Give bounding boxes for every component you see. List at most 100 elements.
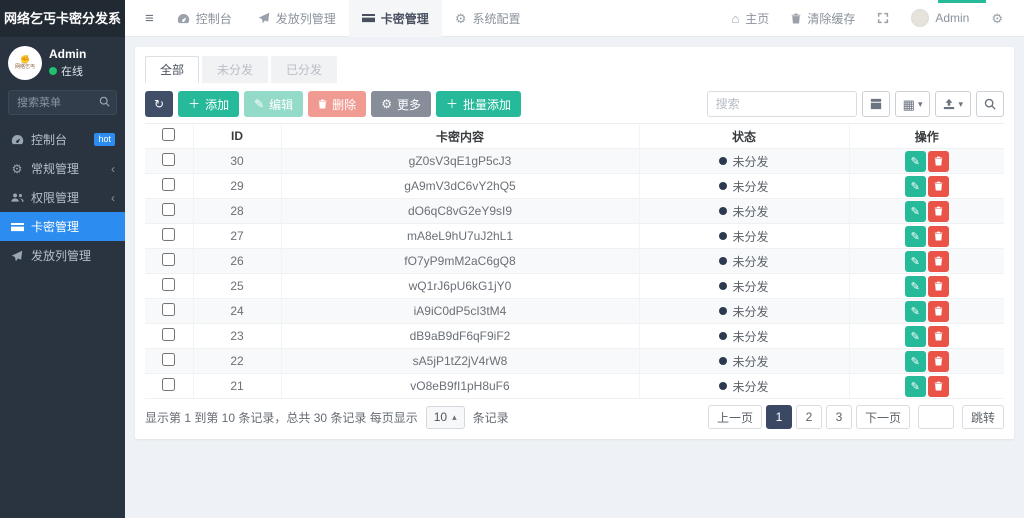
page-size-select[interactable]: 10 ▴ bbox=[426, 406, 465, 429]
status-dot-icon bbox=[719, 207, 727, 215]
fullscreen-button[interactable] bbox=[866, 0, 900, 37]
row-edit-button[interactable]: ✎ bbox=[905, 151, 926, 172]
batch-add-button[interactable]: ＋ 批量添加 bbox=[436, 91, 521, 117]
user-menu[interactable]: Admin bbox=[900, 0, 980, 37]
clear-cache-button[interactable]: 清除缓存 bbox=[780, 0, 866, 37]
tab-all[interactable]: 全部 bbox=[145, 56, 199, 83]
row-checkbox[interactable] bbox=[162, 153, 175, 166]
row-delete-button[interactable] bbox=[928, 351, 949, 372]
search-button[interactable] bbox=[976, 91, 1004, 117]
nav-item-system-config[interactable]: ⚙ 系统配置 bbox=[442, 0, 534, 37]
jump-page-input[interactable] bbox=[918, 405, 954, 429]
toolbar: ↻ ＋ 添加 ✎ 编辑 删除 ⚙ 更多 ＋ 批量添加 bbox=[145, 91, 1004, 117]
header-action: 操作 bbox=[849, 124, 1004, 149]
row-delete-button[interactable] bbox=[928, 301, 949, 322]
cell-id: 23 bbox=[193, 324, 281, 349]
sidebar-item-distribution[interactable]: 发放列管理 bbox=[0, 241, 125, 270]
trash-icon bbox=[934, 156, 943, 166]
add-button[interactable]: ＋ 添加 bbox=[178, 91, 239, 117]
row-checkbox[interactable] bbox=[162, 353, 175, 366]
tab-distributed[interactable]: 已分发 bbox=[271, 56, 337, 83]
app-title: 网络乞丐卡密分发系 bbox=[0, 0, 125, 37]
cell-action: ✎ bbox=[849, 374, 1004, 399]
row-checkbox[interactable] bbox=[162, 228, 175, 241]
cell-id: 29 bbox=[193, 174, 281, 199]
nav-item-dashboard[interactable]: 控制台 bbox=[164, 0, 245, 37]
pagination-info: 显示第 1 到第 10 条记录，总共 30 条记录 每页显示 10 ▴ 条记录 bbox=[145, 406, 509, 429]
export-button[interactable]: ▾ bbox=[935, 91, 971, 117]
pagination: 上一页 1 2 3 下一页 跳转 bbox=[708, 405, 1004, 429]
row-checkbox[interactable] bbox=[162, 178, 175, 191]
top-green-indicator bbox=[938, 0, 986, 3]
plus-icon: ＋ bbox=[188, 98, 200, 110]
status-label: 未分发 bbox=[732, 353, 768, 370]
sidebar-item-general[interactable]: ⚙ 常规管理 ‹ bbox=[0, 154, 125, 183]
cell-status: 未分发 bbox=[639, 199, 849, 224]
hamburger-icon[interactable]: ≡ bbox=[135, 10, 164, 27]
nav-item-distribution[interactable]: 发放列管理 bbox=[245, 0, 349, 37]
row-delete-button[interactable] bbox=[928, 226, 949, 247]
row-edit-button[interactable]: ✎ bbox=[905, 176, 926, 197]
row-checkbox[interactable] bbox=[162, 303, 175, 316]
row-delete-button[interactable] bbox=[928, 376, 949, 397]
jump-button[interactable]: 跳转 bbox=[962, 405, 1004, 429]
cell-content: wQ1rJ6pU6kG1jY0 bbox=[281, 274, 639, 299]
gear-icon: ⚙ bbox=[381, 98, 392, 110]
trash-icon bbox=[934, 356, 943, 366]
cell-content: vO8eB9fI1pH8uF6 bbox=[281, 374, 639, 399]
row-checkbox[interactable] bbox=[162, 253, 175, 266]
tab-undistributed[interactable]: 未分发 bbox=[202, 56, 268, 83]
row-checkbox[interactable] bbox=[162, 328, 175, 341]
trash-icon bbox=[934, 306, 943, 316]
row-checkbox[interactable] bbox=[162, 203, 175, 216]
row-edit-button[interactable]: ✎ bbox=[905, 326, 926, 347]
settings-button[interactable]: ⚙ bbox=[980, 0, 1014, 37]
cell-action: ✎ bbox=[849, 174, 1004, 199]
nav-item-cardkeys[interactable]: 卡密管理 bbox=[349, 0, 442, 37]
sidebar-item-cardkeys[interactable]: 卡密管理 bbox=[0, 212, 125, 241]
page-button-3[interactable]: 3 bbox=[826, 405, 852, 429]
page-button-1[interactable]: 1 bbox=[766, 405, 792, 429]
row-edit-button[interactable]: ✎ bbox=[905, 251, 926, 272]
pencil-icon: ✎ bbox=[911, 205, 920, 218]
refresh-icon: ↻ bbox=[154, 98, 164, 110]
row-delete-button[interactable] bbox=[928, 276, 949, 297]
page-button-2[interactable]: 2 bbox=[796, 405, 822, 429]
row-delete-button[interactable] bbox=[928, 201, 949, 222]
cell-action: ✎ bbox=[849, 299, 1004, 324]
status-label: 未分发 bbox=[732, 178, 768, 195]
edit-button[interactable]: ✎ 编辑 bbox=[244, 91, 303, 117]
next-page-button[interactable]: 下一页 bbox=[856, 405, 910, 429]
row-edit-button[interactable]: ✎ bbox=[905, 351, 926, 372]
row-edit-button[interactable]: ✎ bbox=[905, 201, 926, 222]
status-label: 未分发 bbox=[732, 328, 768, 345]
cell-id: 24 bbox=[193, 299, 281, 324]
row-edit-button[interactable]: ✎ bbox=[905, 376, 926, 397]
cell-status: 未分发 bbox=[639, 349, 849, 374]
toggle-view-button[interactable] bbox=[862, 91, 890, 117]
hot-badge: hot bbox=[94, 133, 115, 146]
table-search-input[interactable] bbox=[707, 91, 857, 117]
status-dot-icon bbox=[719, 382, 727, 390]
refresh-button[interactable]: ↻ bbox=[145, 91, 173, 117]
cogs-icon: ⚙ bbox=[10, 163, 24, 175]
row-checkbox[interactable] bbox=[162, 278, 175, 291]
row-delete-button[interactable] bbox=[928, 176, 949, 197]
home-button[interactable]: ⌂ 主页 bbox=[720, 0, 780, 37]
trash-icon bbox=[791, 13, 801, 24]
more-button[interactable]: ⚙ 更多 bbox=[371, 91, 431, 117]
row-delete-button[interactable] bbox=[928, 151, 949, 172]
sidebar-item-permissions[interactable]: 权限管理 ‹ bbox=[0, 183, 125, 212]
columns-button[interactable]: ▦ ▾ bbox=[895, 91, 931, 117]
row-delete-button[interactable] bbox=[928, 251, 949, 272]
prev-page-button[interactable]: 上一页 bbox=[708, 405, 762, 429]
row-edit-button[interactable]: ✎ bbox=[905, 301, 926, 322]
row-delete-button[interactable] bbox=[928, 326, 949, 347]
row-checkbox[interactable] bbox=[162, 378, 175, 391]
row-edit-button[interactable]: ✎ bbox=[905, 226, 926, 247]
avatar[interactable]: ✊ 网络乞丐 bbox=[8, 46, 42, 80]
row-edit-button[interactable]: ✎ bbox=[905, 276, 926, 297]
delete-button[interactable]: 删除 bbox=[308, 91, 366, 117]
sidebar-item-dashboard[interactable]: 控制台 hot bbox=[0, 125, 125, 154]
select-all-checkbox[interactable] bbox=[162, 128, 175, 141]
